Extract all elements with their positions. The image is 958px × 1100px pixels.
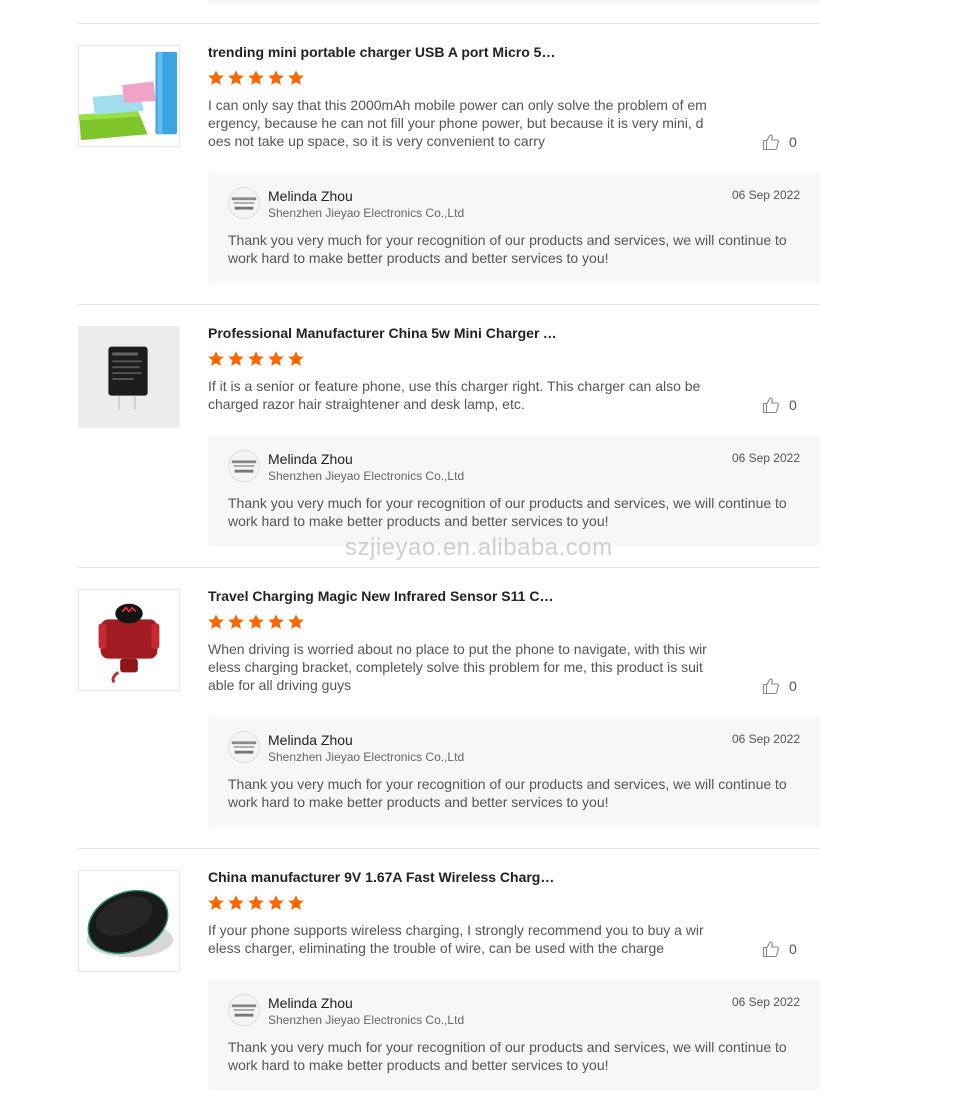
product-thumbnail[interactable]	[78, 326, 180, 428]
star-rating	[207, 69, 305, 87]
seller-reply: Melinda Zhou Shenzhen Jieyao Electronics…	[208, 980, 820, 1090]
reply-text: Thank you very much for your recognition…	[228, 232, 787, 266]
review-item: Professional Manufacturer China 5w Mini …	[78, 304, 820, 567]
product-title[interactable]: Professional Manufacturer China 5w Mini …	[208, 324, 558, 342]
helpful-button[interactable]: 0	[762, 940, 797, 958]
star-rating	[207, 350, 305, 368]
star-icon	[268, 351, 284, 366]
helpful-button[interactable]: 0	[762, 677, 797, 695]
previous-reply-card	[208, 0, 820, 4]
star-icon	[268, 614, 284, 629]
reply-author-name: Melinda Zhou	[268, 995, 353, 1011]
thumbs-up-icon	[762, 134, 779, 151]
reply-author-name: Melinda Zhou	[268, 451, 353, 467]
review-text: If it is a senior or feature phone, use …	[208, 378, 701, 412]
star-icon	[248, 614, 264, 629]
star-rating	[207, 894, 305, 912]
product-title[interactable]: trending mini portable charger USB A por…	[208, 43, 558, 61]
reply-author-name: Melinda Zhou	[268, 188, 353, 204]
star-icon	[288, 614, 304, 629]
reply-text: Thank you very much for your recognition…	[228, 776, 787, 810]
seller-reply: Melinda Zhou Shenzhen Jieyao Electronics…	[208, 717, 820, 827]
star-icon	[228, 614, 244, 629]
product-title[interactable]: Travel Charging Magic New Infrared Senso…	[208, 587, 558, 605]
product-thumbnail[interactable]	[78, 589, 180, 691]
star-icon	[228, 351, 244, 366]
helpful-count: 0	[789, 941, 797, 957]
helpful-count: 0	[789, 397, 797, 413]
helpful-button[interactable]: 0	[762, 133, 797, 151]
car-phone-holder-image	[79, 590, 179, 690]
reply-text: Thank you very much for your recognition…	[228, 495, 787, 529]
review-item: trending mini portable charger USB A por…	[78, 23, 820, 304]
review-text: If your phone supports wireless charging…	[208, 922, 704, 956]
reply-date: 06 Sep 2022	[731, 995, 800, 1009]
thumbs-up-icon	[762, 397, 779, 414]
star-icon	[228, 895, 244, 910]
reply-date: 06 Sep 2022	[731, 451, 800, 465]
avatar	[228, 731, 260, 763]
product-title[interactable]: China manufacturer 9V 1.67A Fast Wireles…	[208, 868, 558, 886]
star-icon	[248, 70, 264, 85]
review-text: I can only say that this 2000mAh mobile …	[208, 97, 707, 149]
wall-charger-image	[79, 327, 179, 427]
star-rating	[207, 613, 305, 631]
star-icon	[208, 351, 224, 366]
reply-author-name: Melinda Zhou	[268, 732, 353, 748]
star-icon	[228, 70, 244, 85]
reply-company-name: Shenzhen Jieyao Electronics Co.,Ltd	[268, 1013, 465, 1027]
review-item: China manufacturer 9V 1.67A Fast Wireles…	[78, 848, 820, 1100]
reply-date: 06 Sep 2022	[731, 732, 800, 746]
thumbs-up-icon	[762, 941, 779, 958]
star-icon	[288, 70, 304, 85]
star-icon	[288, 895, 304, 910]
review-text: When driving is worried about no place t…	[208, 641, 707, 693]
reply-company-name: Shenzhen Jieyao Electronics Co.,Ltd	[268, 469, 465, 483]
star-icon	[248, 895, 264, 910]
seller-reply: Melinda Zhou Shenzhen Jieyao Electronics…	[208, 173, 820, 283]
wireless-charger-pad-image	[79, 871, 179, 971]
thumbs-up-icon	[762, 678, 779, 695]
reply-date: 06 Sep 2022	[731, 188, 800, 202]
reply-company-name: Shenzhen Jieyao Electronics Co.,Ltd	[268, 206, 465, 220]
helpful-button[interactable]: 0	[762, 396, 797, 414]
star-icon	[208, 614, 224, 629]
reply-company-name: Shenzhen Jieyao Electronics Co.,Ltd	[268, 750, 465, 764]
seller-reply: Melinda Zhou Shenzhen Jieyao Electronics…	[208, 436, 820, 546]
star-icon	[208, 895, 224, 910]
review-item: Travel Charging Magic New Infrared Senso…	[78, 567, 820, 848]
star-icon	[268, 895, 284, 910]
helpful-count: 0	[789, 134, 797, 150]
avatar	[228, 187, 260, 219]
reply-text: Thank you very much for your recognition…	[228, 1039, 787, 1073]
star-icon	[248, 351, 264, 366]
product-thumbnail[interactable]	[78, 870, 180, 972]
avatar	[228, 994, 260, 1026]
avatar	[228, 450, 260, 482]
star-icon	[268, 70, 284, 85]
star-icon	[208, 70, 224, 85]
star-icon	[288, 351, 304, 366]
helpful-count: 0	[789, 678, 797, 694]
power-bank-image	[79, 46, 179, 146]
product-thumbnail[interactable]	[78, 45, 180, 147]
